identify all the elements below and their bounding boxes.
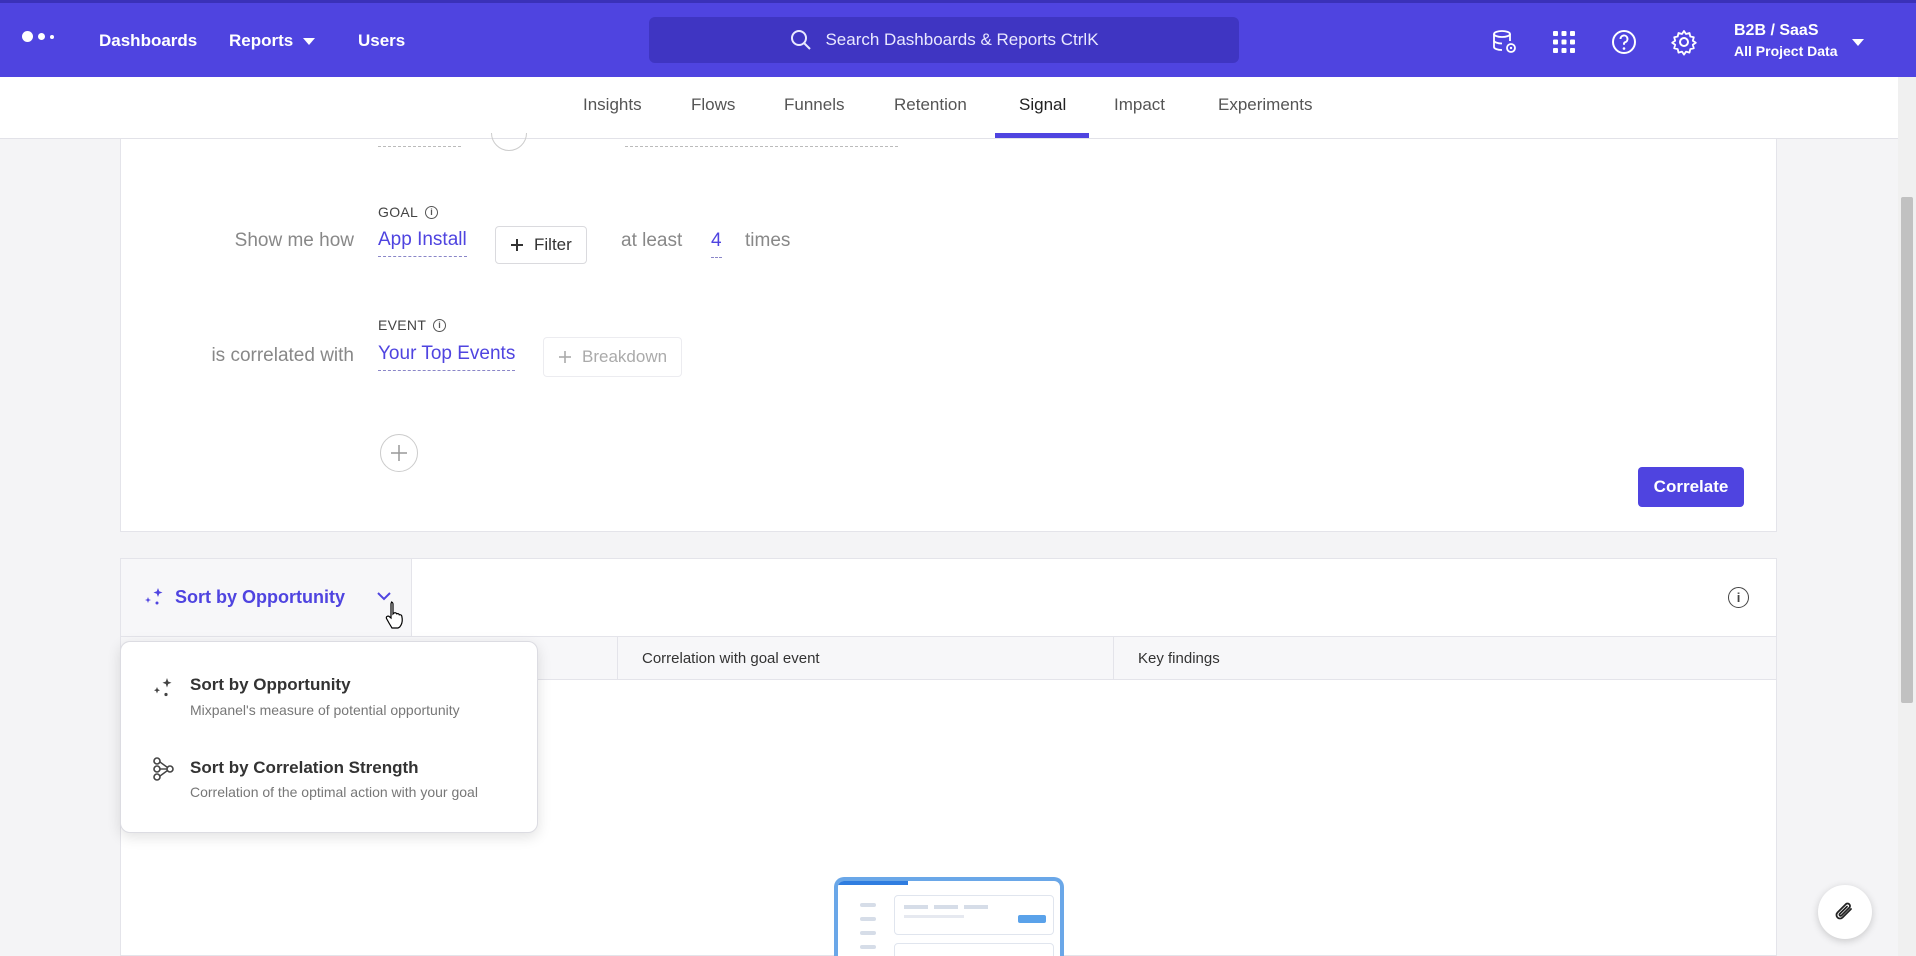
correlate-button[interactable]: Correlate xyxy=(1638,467,1744,507)
nav-dashboards-label: Dashboards xyxy=(99,31,198,50)
column-divider xyxy=(1113,637,1114,680)
plus-icon xyxy=(391,445,407,461)
correlation-nodes-icon xyxy=(153,757,174,781)
times-label: times xyxy=(745,230,791,251)
tab-funnels[interactable]: Funnels xyxy=(784,95,844,115)
goal-event-selector[interactable]: App Install xyxy=(378,229,467,257)
sort-options-menu: Sort by Opportunity Mixpanel's measure o… xyxy=(120,641,538,833)
info-icon[interactable]: i xyxy=(1728,587,1749,608)
project-selector[interactable]: B2B / SaaS All Project Data xyxy=(1734,22,1837,59)
previous-field-underline-2 xyxy=(625,146,898,147)
sparkle-icon xyxy=(154,678,172,697)
tab-experiments[interactable]: Experiments xyxy=(1218,95,1312,115)
tab-signal[interactable]: Signal xyxy=(1019,95,1066,115)
show-me-how-label: Show me how xyxy=(234,230,354,251)
search-icon xyxy=(791,30,812,50)
breakdown-button-label: Breakdown xyxy=(582,347,668,366)
column-divider xyxy=(617,637,618,680)
project-name: B2B / SaaS xyxy=(1734,22,1819,39)
mixpanel-logo[interactable] xyxy=(22,31,54,42)
sort-header: Sort by Opportunity xyxy=(121,559,412,636)
column-header-correlation[interactable]: Correlation with goal event xyxy=(642,650,820,667)
nav-reports[interactable]: Reports xyxy=(229,31,316,51)
sort-option-title: Sort by Opportunity xyxy=(190,675,351,694)
tab-flows[interactable]: Flows xyxy=(691,95,735,115)
plus-icon xyxy=(511,239,523,251)
filter-button[interactable]: Filter xyxy=(495,226,587,264)
breakdown-button[interactable]: Breakdown xyxy=(543,337,683,377)
hand-cursor-icon xyxy=(385,601,403,629)
tab-retention[interactable]: Retention xyxy=(894,95,967,115)
info-icon[interactable]: i xyxy=(425,205,439,219)
plus-icon xyxy=(559,351,571,363)
times-count-input[interactable]: 4 xyxy=(711,230,722,258)
tab-impact[interactable]: Impact xyxy=(1114,95,1165,115)
query-builder-card xyxy=(120,139,1777,532)
report-tabs: Insights Flows Funnels Retention Signal … xyxy=(0,77,1898,139)
goal-caption-text: GOAL xyxy=(378,204,419,220)
sort-dropdown-label: Sort by Opportunity xyxy=(175,586,345,607)
scrollbar-thumb[interactable] xyxy=(1901,197,1913,703)
project-chevron-down-icon[interactable] xyxy=(1852,39,1864,46)
sort-option-title: Sort by Correlation Strength xyxy=(190,758,419,777)
is-correlated-with-label: is correlated with xyxy=(211,345,354,366)
attachment-fab-button[interactable] xyxy=(1818,885,1872,939)
top-navigation-bar: Dashboards Reports Users Search Dashboar… xyxy=(0,0,1916,77)
sort-option-opportunity[interactable]: Sort by Opportunity Mixpanel's measure o… xyxy=(121,660,539,730)
filter-button-label: Filter xyxy=(534,235,572,254)
column-header-key-findings[interactable]: Key findings xyxy=(1138,650,1220,667)
help-icon[interactable] xyxy=(1609,27,1639,57)
empty-state-illustration xyxy=(834,877,1064,956)
event-caption: EVENT i xyxy=(378,317,447,333)
apps-grid-icon[interactable] xyxy=(1549,27,1579,57)
search-input[interactable]: Search Dashboards & Reports CtrlK xyxy=(649,17,1239,63)
nav-users[interactable]: Users xyxy=(358,31,405,51)
search-placeholder: Search Dashboards & Reports CtrlK xyxy=(825,30,1099,49)
database-icon[interactable] xyxy=(1489,27,1519,57)
goal-caption: GOAL i xyxy=(378,204,439,220)
nav-reports-label: Reports xyxy=(229,31,294,50)
nav-users-label: Users xyxy=(358,31,406,50)
event-caption-text: EVENT xyxy=(378,317,427,333)
sparkle-icon xyxy=(145,588,163,605)
add-step-button[interactable] xyxy=(380,434,418,472)
info-icon[interactable]: i xyxy=(433,318,447,332)
active-tab-indicator xyxy=(995,133,1089,138)
previous-field-underline xyxy=(378,146,461,147)
sort-option-correlation-strength[interactable]: Sort by Correlation Strength Correlation… xyxy=(121,742,539,812)
page-scrollbar[interactable] xyxy=(1898,77,1916,956)
project-data-view: All Project Data xyxy=(1734,43,1838,59)
settings-gear-icon[interactable] xyxy=(1669,27,1699,57)
sort-option-subtitle: Correlation of the optimal action with y… xyxy=(190,784,478,800)
event-selector[interactable]: Your Top Events xyxy=(378,343,516,371)
at-least-label: at least xyxy=(621,230,683,251)
chevron-down-icon xyxy=(303,37,316,45)
nav-dashboards[interactable]: Dashboards xyxy=(99,31,197,51)
paperclip-icon xyxy=(1835,902,1852,920)
tab-insights[interactable]: Insights xyxy=(583,95,642,115)
sort-option-subtitle: Mixpanel's measure of potential opportun… xyxy=(190,702,460,718)
sort-dropdown-button[interactable]: Sort by Opportunity xyxy=(143,586,345,608)
